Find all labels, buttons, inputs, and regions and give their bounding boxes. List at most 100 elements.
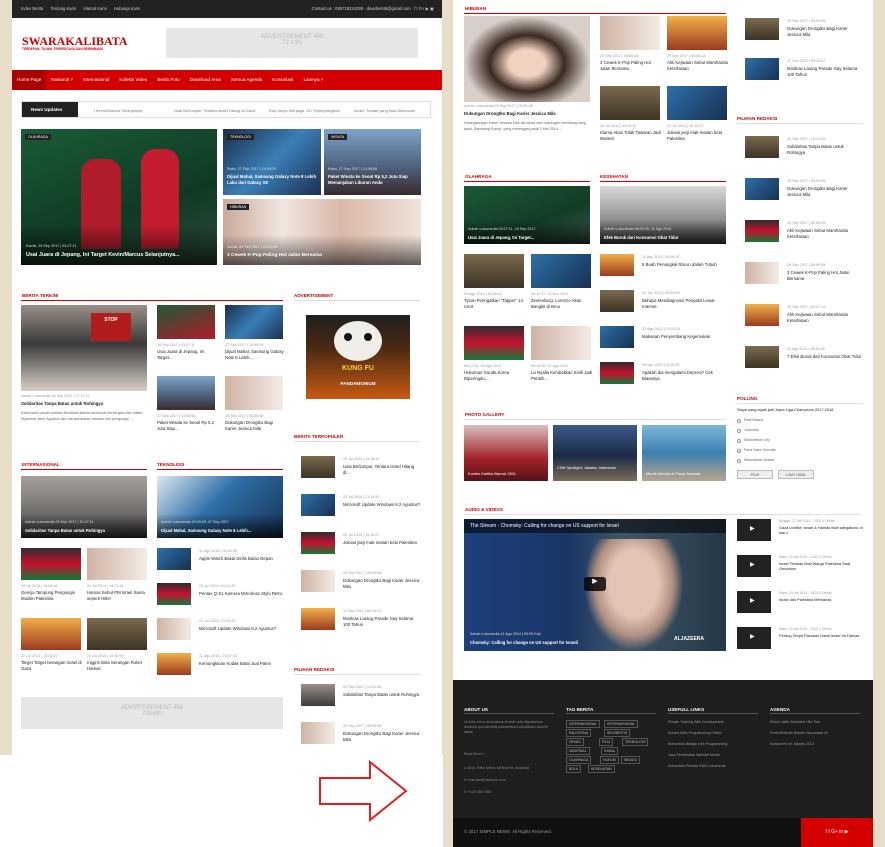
article-thumb[interactable] [157, 376, 215, 410]
article-title[interactable]: Inggris Bela Serangan Roket Hamas [87, 660, 149, 672]
list-title[interactable]: Dokungan Drongtko Bagi Karier Jessica Mi… [787, 26, 863, 38]
article-title[interactable]: Target Target berangan Israel di Gaza [21, 660, 83, 672]
article-thumb[interactable] [531, 254, 591, 288]
hero-tile-image[interactable]: WISATA Rabu, 27 Sep 2017 | 14:08:58 Pake… [324, 129, 421, 195]
email-text[interactable]: example@example.com [468, 778, 506, 782]
tag-link[interactable]: FILM [599, 738, 613, 746]
list-title[interactable]: Gaza conflict: Israel & Hamas face alleg… [779, 525, 867, 535]
article-title[interactable]: Dokungan Drongtko Bagi Karier Jessica Mi… [225, 420, 285, 432]
article-title[interactable]: La Nyalla Kembalikan Kinifi Jadi Petatih… [531, 370, 593, 382]
article-thumb[interactable] [667, 16, 727, 50]
top-link[interactable]: Alamat Kami [83, 6, 107, 11]
hero-main-image[interactable]: OLAHRAGA Kamis, 28 Sep 2017 | 03:27:11 U… [21, 129, 217, 265]
list-title[interactable]: Dokungan Drongtko Bagi Karier Jessica Mi… [343, 578, 421, 590]
poll-radio[interactable] [737, 459, 741, 463]
list-title[interactable]: Apakah dia mengalami Depresi? Cek Biasan… [642, 370, 726, 382]
article-thumb[interactable] [667, 86, 727, 120]
list-thumb[interactable] [600, 290, 634, 312]
list-title[interactable]: Jokowi janji mati-matian bela Palestina [343, 540, 421, 546]
video-player[interactable]: The Stream - Chomsky: Calling for change… [464, 519, 726, 651]
list-title[interactable]: Ahli Kejiwaan Sebut Marshanda Keterlalua… [787, 228, 863, 240]
list-thumb[interactable] [301, 456, 335, 478]
list-title[interactable]: Dokungan Drongtko Bagi Karier Jessica Mi… [787, 186, 863, 198]
top-link[interactable]: Index Berita [21, 6, 43, 11]
gallery-image[interactable]: Kontes Kartika Barock 2011 [464, 425, 548, 481]
article-thumb[interactable] [21, 618, 81, 650]
article-title[interactable]: 3 Cewek K-Pop Paling Hot Jalan Bersama [600, 60, 662, 72]
list-thumb[interactable] [745, 136, 779, 158]
article-image[interactable]: STOP [21, 305, 147, 391]
article-image[interactable]: Admin Lokomedia 08:52:26, 11 Agu 2014 Ef… [600, 186, 726, 244]
article-title[interactable]: Gencja Tampung Pengungsi Muslim Palestin… [21, 590, 83, 602]
nav-item[interactable]: Nasional ˅ [46, 70, 78, 90]
ticker-item[interactable]: Usai Berlumpur, Tentara Israel Hilang di… [174, 108, 255, 113]
article-thumb[interactable] [531, 326, 591, 360]
nav-item[interactable]: Koleksi Video [114, 70, 152, 90]
article-thumb[interactable] [464, 326, 524, 360]
tag-link[interactable]: NASIONAL [566, 747, 590, 755]
footer-link[interactable]: Komunitas Belajar web Programming [668, 742, 768, 748]
agenda-link[interactable]: Konsumen ke Jakarta 2013 [770, 742, 870, 748]
list-title[interactable]: Perang Tenpit Pasukan Darat Israel Vs Ha… [779, 633, 867, 638]
tag-link[interactable]: INTERNASIONAL [566, 720, 601, 728]
ad-poster[interactable]: KUNG FU PANDAMONIUM [306, 315, 410, 399]
poll-radio[interactable] [737, 439, 741, 443]
poll-radio[interactable] [737, 419, 741, 423]
list-title[interactable]: Kemungkinan Kodak Batal Jual Paten [199, 661, 285, 667]
article-thumb[interactable] [225, 305, 283, 339]
nav-item[interactable]: Home Page [12, 70, 47, 90]
agenda-link[interactable]: Kitsch Jaffer Deadash Hits Tour [770, 720, 870, 726]
video-thumb[interactable]: ▶ [737, 555, 771, 577]
tag-link[interactable]: KANAL [601, 747, 619, 755]
category-badge[interactable]: WISATA [328, 134, 348, 140]
tag-link[interactable]: SELEBRITIS [604, 729, 631, 737]
list-title[interactable]: Israel dan Palestina Memanas [779, 597, 867, 602]
list-thumb[interactable] [301, 494, 335, 516]
article-thumb[interactable] [87, 548, 147, 580]
list-title[interactable]: Ahli Kejiwaan Sebut Marshanda Keterlalua… [787, 312, 863, 324]
footer-link[interactable]: Private Training Web Development [668, 720, 768, 726]
ticker-item[interactable]: l Kevin/Marcus Selanjutnya [94, 108, 142, 113]
top-link[interactable]: Hubungi Kami [114, 6, 140, 11]
play-icon[interactable]: ▶ [750, 561, 755, 568]
tag-link[interactable]: WISATA [621, 756, 640, 764]
list-title[interactable]: 7 Efek Buruk dari Konsumsi Obat Tidur [787, 354, 863, 360]
list-thumb[interactable] [301, 684, 335, 706]
article-thumb[interactable] [464, 254, 524, 288]
list-thumb[interactable] [301, 532, 335, 554]
top-link[interactable]: Tentang Kami [50, 6, 76, 11]
list-title[interactable]: Solidaritas Tanpa Batas untuk Rohingya [343, 692, 421, 698]
footer-link[interactable]: Kursus Web Programming Online [668, 731, 768, 737]
article-title[interactable]: Hamas Sebut PM Israel Sama seperti Hitle… [87, 590, 149, 602]
nav-item[interactable]: Download Area [185, 70, 226, 90]
article-title[interactable]: Klarna Akan Tolak Tawaran Jadi Menteri [600, 130, 662, 142]
tag-link[interactable]: OLAHRAGA [566, 756, 592, 764]
article-title[interactable]: Solidaritas Tanpa Batas untuk Rohingya [25, 528, 105, 533]
category-badge[interactable]: HIBURAN [227, 204, 250, 210]
footer-link[interactable]: Komunitas Pecinta CMS Lokomedia [668, 764, 768, 770]
hero-tile-image[interactable]: HIBURAN Jumat, 29 Sep 2017 | 05:50:08 3 … [223, 199, 421, 265]
article-image[interactable] [464, 16, 590, 102]
read-more-link[interactable]: Read More » [464, 752, 484, 758]
list-title[interactable]: Makanan Penyembang Kegemukan [642, 334, 726, 340]
article-title[interactable]: Solidaritas Tanpa Batas untuk Rohingya [21, 401, 103, 407]
list-title[interactable]: Pentax Q-S1 Kamera Mirrorless Stylo Retr… [199, 591, 285, 597]
list-thumb[interactable] [745, 18, 779, 40]
list-title[interactable]: 3 Cewek K-Pop Paling Hot Jalan Bersama [787, 270, 863, 282]
article-thumb[interactable] [225, 376, 283, 410]
article-image[interactable]: Admin Lokomedia 25 Sep 2017 | 10:27:11 S… [21, 476, 147, 538]
ticker-item[interactable]: Israel, Tuntas yang bisa Dibancurk [354, 108, 415, 113]
nav-item[interactable]: Lainnya ˅ [298, 70, 328, 90]
article-title[interactable]: Efek Buruk dari Konsumsi Obat Tidur [604, 235, 679, 240]
article-thumb[interactable] [600, 86, 660, 120]
list-thumb[interactable] [745, 304, 779, 326]
list-title[interactable]: Israel Tembak Mati Warga Palestina Saat … [779, 561, 867, 571]
list-title[interactable]: Moskow Larang Parade Gay Selama 100 Tahu… [787, 66, 863, 78]
hero-tile-image[interactable]: TEKNOLOGI Rabu, 27 Sep 2017 | 14:49:29 D… [223, 129, 321, 195]
play-icon[interactable]: ▶ [750, 525, 755, 532]
article-image[interactable]: Admin Lokomedia 03:27:11, 28 Sep 2017 Us… [464, 186, 590, 244]
tile-title[interactable]: Paket Wisata ke Seoul Rp 5,2 Juta Siap M… [328, 174, 418, 186]
list-thumb[interactable] [157, 583, 191, 605]
tag-link[interactable]: PALESTINA [566, 729, 591, 737]
gallery-image[interactable]: CNN Spotlight: Jakarta, Indonesia [553, 425, 637, 481]
